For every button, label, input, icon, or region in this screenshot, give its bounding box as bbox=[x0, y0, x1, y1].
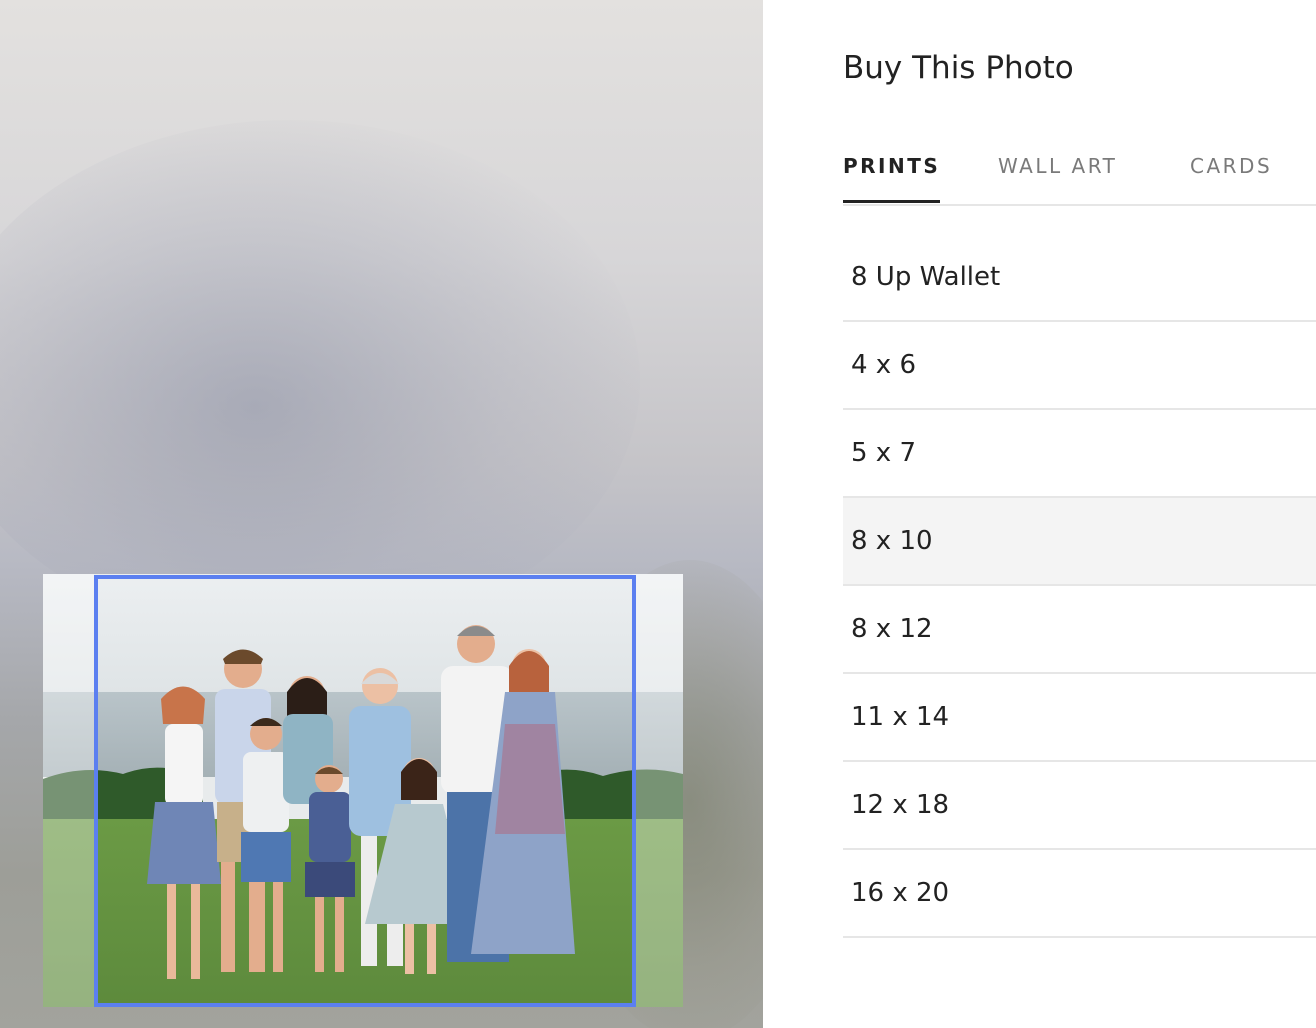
size-option-12x18[interactable]: 12 x 18 bbox=[843, 762, 1316, 850]
panel-title: Buy This Photo bbox=[843, 50, 1074, 86]
size-option-label: 8 Up Wallet bbox=[851, 262, 1001, 292]
product-tabs: PRINTS WALL ART CARDS bbox=[843, 148, 1316, 206]
print-size-list: 8 Up Wallet 4 x 6 5 x 7 8 x 10 8 x 12 11… bbox=[843, 234, 1316, 938]
size-option-16x20[interactable]: 16 x 20 bbox=[843, 850, 1316, 938]
size-option-label: 8 x 10 bbox=[851, 526, 933, 556]
buy-photo-panel: Buy This Photo PRINTS WALL ART CARDS 8 U… bbox=[763, 0, 1316, 1028]
crop-mask-left bbox=[43, 574, 94, 1007]
tab-wall-art[interactable]: WALL ART bbox=[998, 154, 1117, 178]
crop-mask-right bbox=[632, 574, 683, 1007]
photo-preview-pane bbox=[0, 0, 763, 1028]
size-option-label: 8 x 12 bbox=[851, 614, 933, 644]
size-option-4x6[interactable]: 4 x 6 bbox=[843, 322, 1316, 410]
size-option-5x7[interactable]: 5 x 7 bbox=[843, 410, 1316, 498]
tab-cards[interactable]: CARDS bbox=[1190, 154, 1272, 178]
size-option-8-up-wallet[interactable]: 8 Up Wallet bbox=[843, 234, 1316, 322]
tab-prints[interactable]: PRINTS bbox=[843, 154, 940, 178]
size-option-8x10[interactable]: 8 x 10 bbox=[843, 498, 1316, 586]
size-option-label: 4 x 6 bbox=[851, 350, 916, 380]
blurred-background bbox=[0, 120, 640, 640]
active-tab-indicator bbox=[843, 200, 940, 203]
size-option-label: 16 x 20 bbox=[851, 878, 950, 908]
size-option-label: 5 x 7 bbox=[851, 438, 916, 468]
size-option-label: 11 x 14 bbox=[851, 702, 950, 732]
size-option-label: 12 x 18 bbox=[851, 790, 950, 820]
photo-thumbnail bbox=[43, 574, 683, 1007]
size-option-11x14[interactable]: 11 x 14 bbox=[843, 674, 1316, 762]
crop-box[interactable] bbox=[94, 575, 636, 1007]
size-option-8x12[interactable]: 8 x 12 bbox=[843, 586, 1316, 674]
